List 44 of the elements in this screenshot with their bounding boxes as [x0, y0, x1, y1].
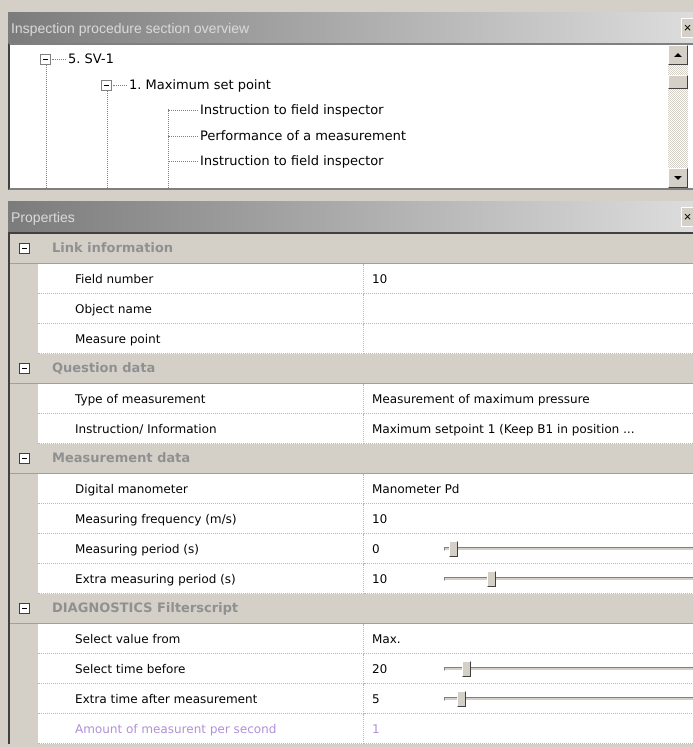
property-name: Measuring frequency (m/s)	[38, 504, 364, 534]
tree-item[interactable]: Instruction to field inspector	[198, 103, 384, 118]
scroll-down-icon[interactable]	[668, 168, 688, 188]
collapse-icon[interactable]	[18, 603, 30, 614]
property-name: Object name	[38, 294, 364, 324]
collapse-icon[interactable]	[40, 54, 51, 66]
property-name: Amount of measurent per second	[38, 714, 364, 744]
property-name: Measure point	[38, 324, 364, 354]
property-name: Extra measuring period (s)	[38, 564, 364, 594]
collapse-icon[interactable]	[101, 80, 112, 91]
panel-title: Properties	[10, 208, 75, 224]
property-name: Digital manometer	[38, 474, 364, 504]
property-name: Type of measurement	[38, 384, 364, 414]
property-value[interactable]: 5	[372, 692, 434, 706]
property-value[interactable]: 10	[372, 572, 434, 586]
property-name: Field number	[38, 264, 364, 294]
tree-item[interactable]: Performance of a measurement	[198, 128, 406, 144]
property-value[interactable]: 20	[372, 662, 434, 676]
property-value[interactable]: Manometer Pd	[372, 482, 460, 496]
property-name: Select value from	[38, 624, 364, 654]
scroll-thumb[interactable]	[668, 75, 688, 89]
property-name: Extra time after measurement	[38, 684, 364, 714]
slider[interactable]	[444, 690, 693, 706]
slider[interactable]	[444, 540, 693, 556]
tree-item[interactable]: 1. Maximum set point	[127, 78, 271, 93]
slider[interactable]	[444, 660, 693, 676]
property-name: Measuring period (s)	[38, 534, 364, 564]
property-name: Instruction/ Information	[38, 414, 364, 444]
property-value[interactable]: 10	[372, 272, 434, 286]
tree-item[interactable]: 5. SV-1	[66, 52, 114, 68]
collapse-icon[interactable]	[18, 243, 30, 254]
tree-item[interactable]: Instruction to field inspector	[198, 154, 384, 170]
property-value[interactable]: 0	[372, 542, 434, 556]
scroll-up-icon[interactable]	[668, 45, 688, 65]
close-button[interactable]: ×	[681, 18, 693, 38]
collapse-icon[interactable]	[18, 453, 30, 464]
panel-title: Inspection procedure section overview	[10, 20, 250, 36]
property-value[interactable]: Max.	[372, 632, 434, 646]
property-name: Select time before	[38, 654, 364, 684]
slider[interactable]	[444, 570, 693, 586]
property-value[interactable]: 10	[372, 512, 434, 526]
scrollbar[interactable]	[668, 45, 688, 188]
close-button[interactable]: ×	[681, 206, 693, 226]
collapse-icon[interactable]	[18, 363, 30, 374]
